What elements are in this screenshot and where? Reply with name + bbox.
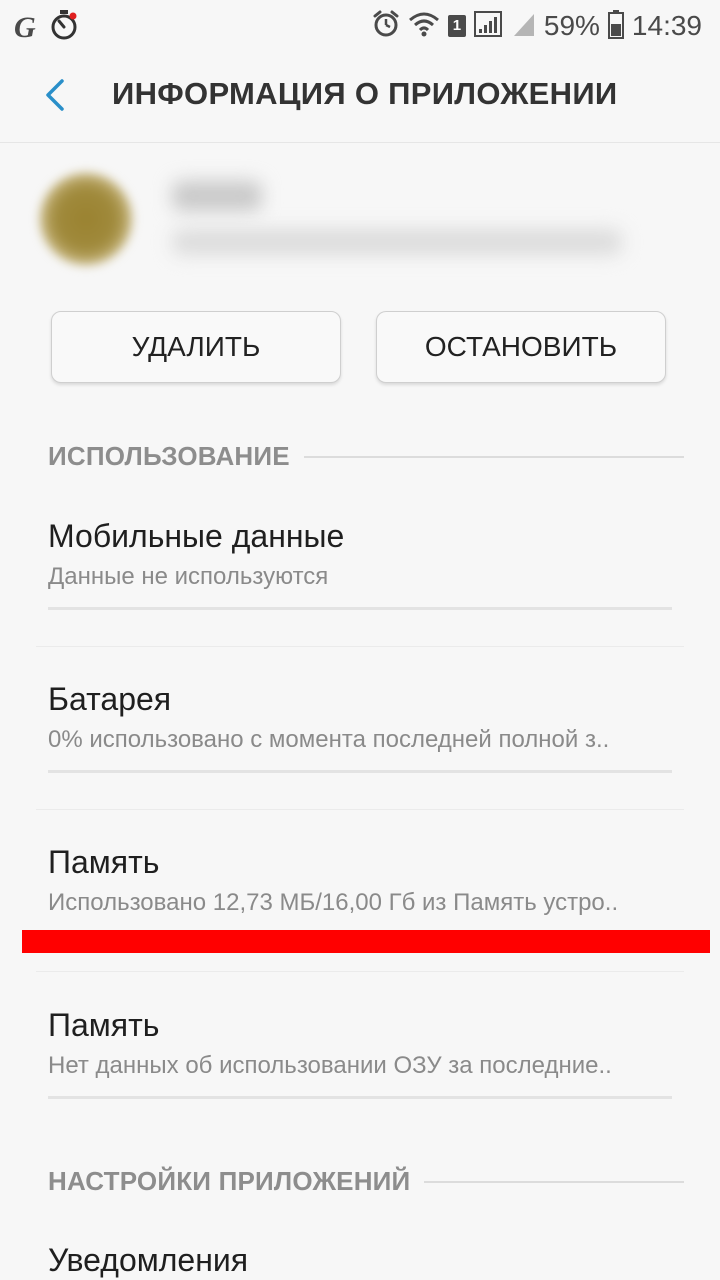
signal-icon-2 <box>512 10 536 43</box>
status-left-icons: G <box>14 8 80 47</box>
item-underline <box>48 770 672 773</box>
item-subtitle: Нет данных об использовании ОЗУ за после… <box>48 1052 612 1079</box>
sim-badge: 1 <box>447 15 466 37</box>
battery-icon <box>607 9 624 44</box>
force-stop-button[interactable]: ОСТАНОВИТЬ <box>376 311 666 383</box>
alarm-icon <box>372 9 400 44</box>
app-header <box>0 143 720 293</box>
item-title: Память <box>48 844 160 880</box>
clock: 14:39 <box>631 10 702 41</box>
app-name <box>172 181 262 211</box>
page-title: ИНФОРМАЦИЯ О ПРИЛОЖЕНИИ <box>112 76 618 111</box>
app-version <box>172 229 622 255</box>
section-title-app-settings: НАСТРОЙКИ ПРИЛОЖЕНИЙ <box>48 1166 411 1196</box>
list-item-storage[interactable]: Память Использовано 12,73 МБ/16,00 Гб из… <box>48 842 672 918</box>
item-title: Уведомления <box>48 1242 249 1278</box>
list-item-notifications[interactable]: Уведомления <box>48 1240 672 1280</box>
item-title: Батарея <box>48 681 172 717</box>
section-title-usage: ИСПОЛЬЗОВАНИЕ <box>48 441 290 471</box>
status-bar: G 1 59% 14:39 <box>0 0 720 52</box>
list-item-battery[interactable]: Батарея 0% использовано с момента послед… <box>48 679 672 755</box>
item-subtitle: 0% использовано с момента последней полн… <box>48 726 610 753</box>
wifi-icon <box>408 10 440 43</box>
list-item-memory[interactable]: Память Нет данных об использовании ОЗУ з… <box>48 1005 672 1081</box>
signal-icon <box>473 10 504 43</box>
list-item-mobile-data[interactable]: Мобильные данные Данные не используются <box>48 516 672 592</box>
back-button[interactable] <box>30 72 80 122</box>
app-bar: ИНФОРМАЦИЯ О ПРИЛОЖЕНИИ <box>0 52 720 143</box>
section-header-app-settings: НАСТРОЙКИ ПРИЛОЖЕНИЙ <box>48 1166 684 1197</box>
section-divider <box>424 1180 684 1183</box>
red-highlight-underline <box>22 930 710 953</box>
battery-percent: 59% <box>543 10 600 41</box>
item-subtitle: Использовано 12,73 МБ/16,00 Гб из Память… <box>48 889 619 916</box>
section-divider <box>303 455 684 458</box>
item-subtitle: Данные не используются <box>48 563 329 590</box>
item-title: Мобильные данные <box>48 518 345 554</box>
app-icon <box>40 173 132 265</box>
g-icon: G <box>14 10 36 44</box>
item-underline <box>48 607 672 610</box>
uninstall-button[interactable]: УДАЛИТЬ <box>51 311 341 383</box>
section-header-usage: ИСПОЛЬЗОВАНИЕ <box>48 441 684 472</box>
item-underline <box>48 1096 672 1099</box>
item-divider <box>36 809 684 810</box>
chevron-left-icon <box>42 77 68 118</box>
item-divider <box>36 971 684 972</box>
status-right-icons: 1 59% 14:39 <box>372 8 702 44</box>
item-divider <box>36 646 684 647</box>
item-title: Память <box>48 1007 160 1043</box>
timer-icon <box>48 8 80 47</box>
